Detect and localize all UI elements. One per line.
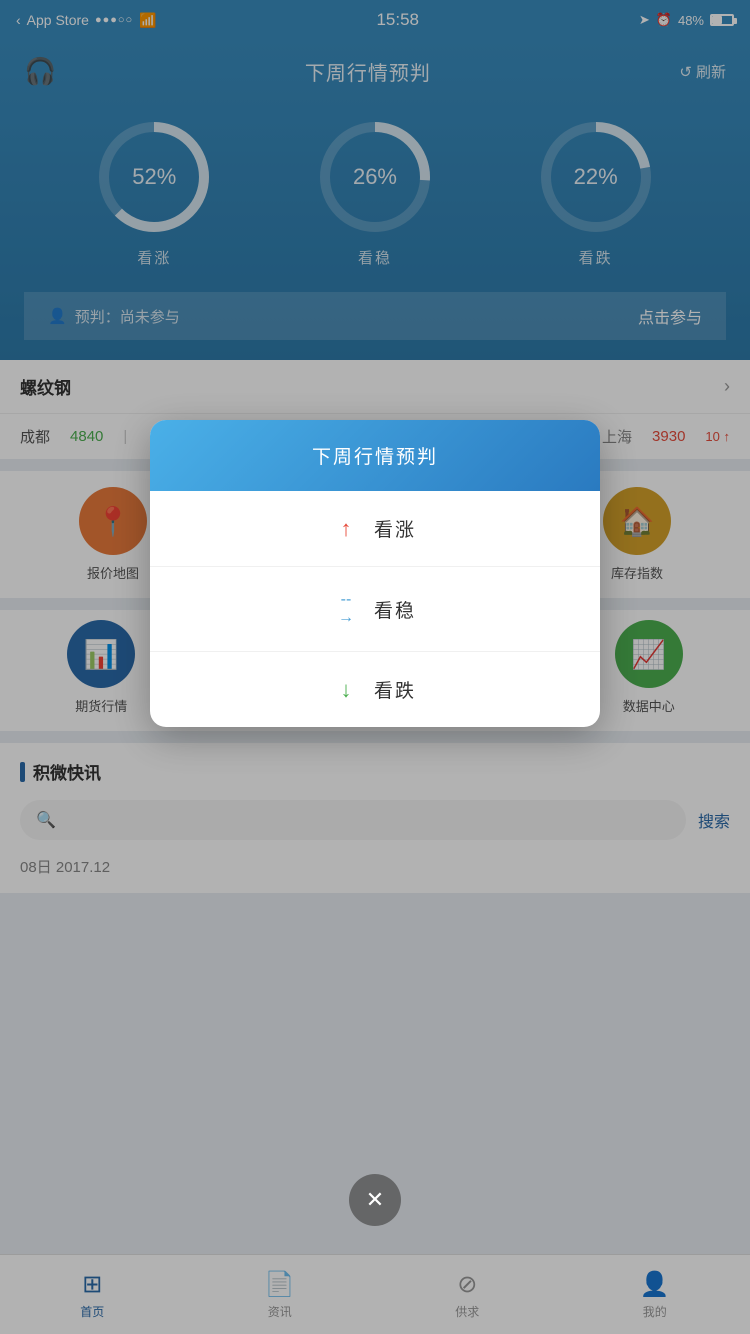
modal-steady-label: 看稳 bbox=[374, 596, 416, 623]
modal-bearish-label: 看跌 bbox=[374, 676, 416, 703]
modal-option-bearish[interactable]: ↓ 看跌 bbox=[150, 652, 600, 727]
modal-overlay[interactable]: 下周行情预判 ↑ 看涨 --→ 看稳 ↓ 看跌 bbox=[0, 0, 750, 1334]
down-arrow-icon: ↓ bbox=[334, 677, 358, 703]
up-arrow-icon: ↑ bbox=[334, 516, 358, 542]
modal-dialog: 下周行情预判 ↑ 看涨 --→ 看稳 ↓ 看跌 bbox=[150, 420, 600, 727]
modal-header: 下周行情预判 bbox=[150, 420, 600, 491]
close-modal-button[interactable]: ✕ bbox=[349, 1174, 401, 1226]
modal-option-bullish[interactable]: ↑ 看涨 bbox=[150, 491, 600, 567]
modal-bullish-label: 看涨 bbox=[374, 515, 416, 542]
modal-title: 下周行情预判 bbox=[312, 447, 438, 468]
right-arrow-icon: --→ bbox=[334, 591, 358, 627]
modal-option-steady[interactable]: --→ 看稳 bbox=[150, 567, 600, 652]
close-x-icon: ✕ bbox=[366, 1187, 384, 1213]
